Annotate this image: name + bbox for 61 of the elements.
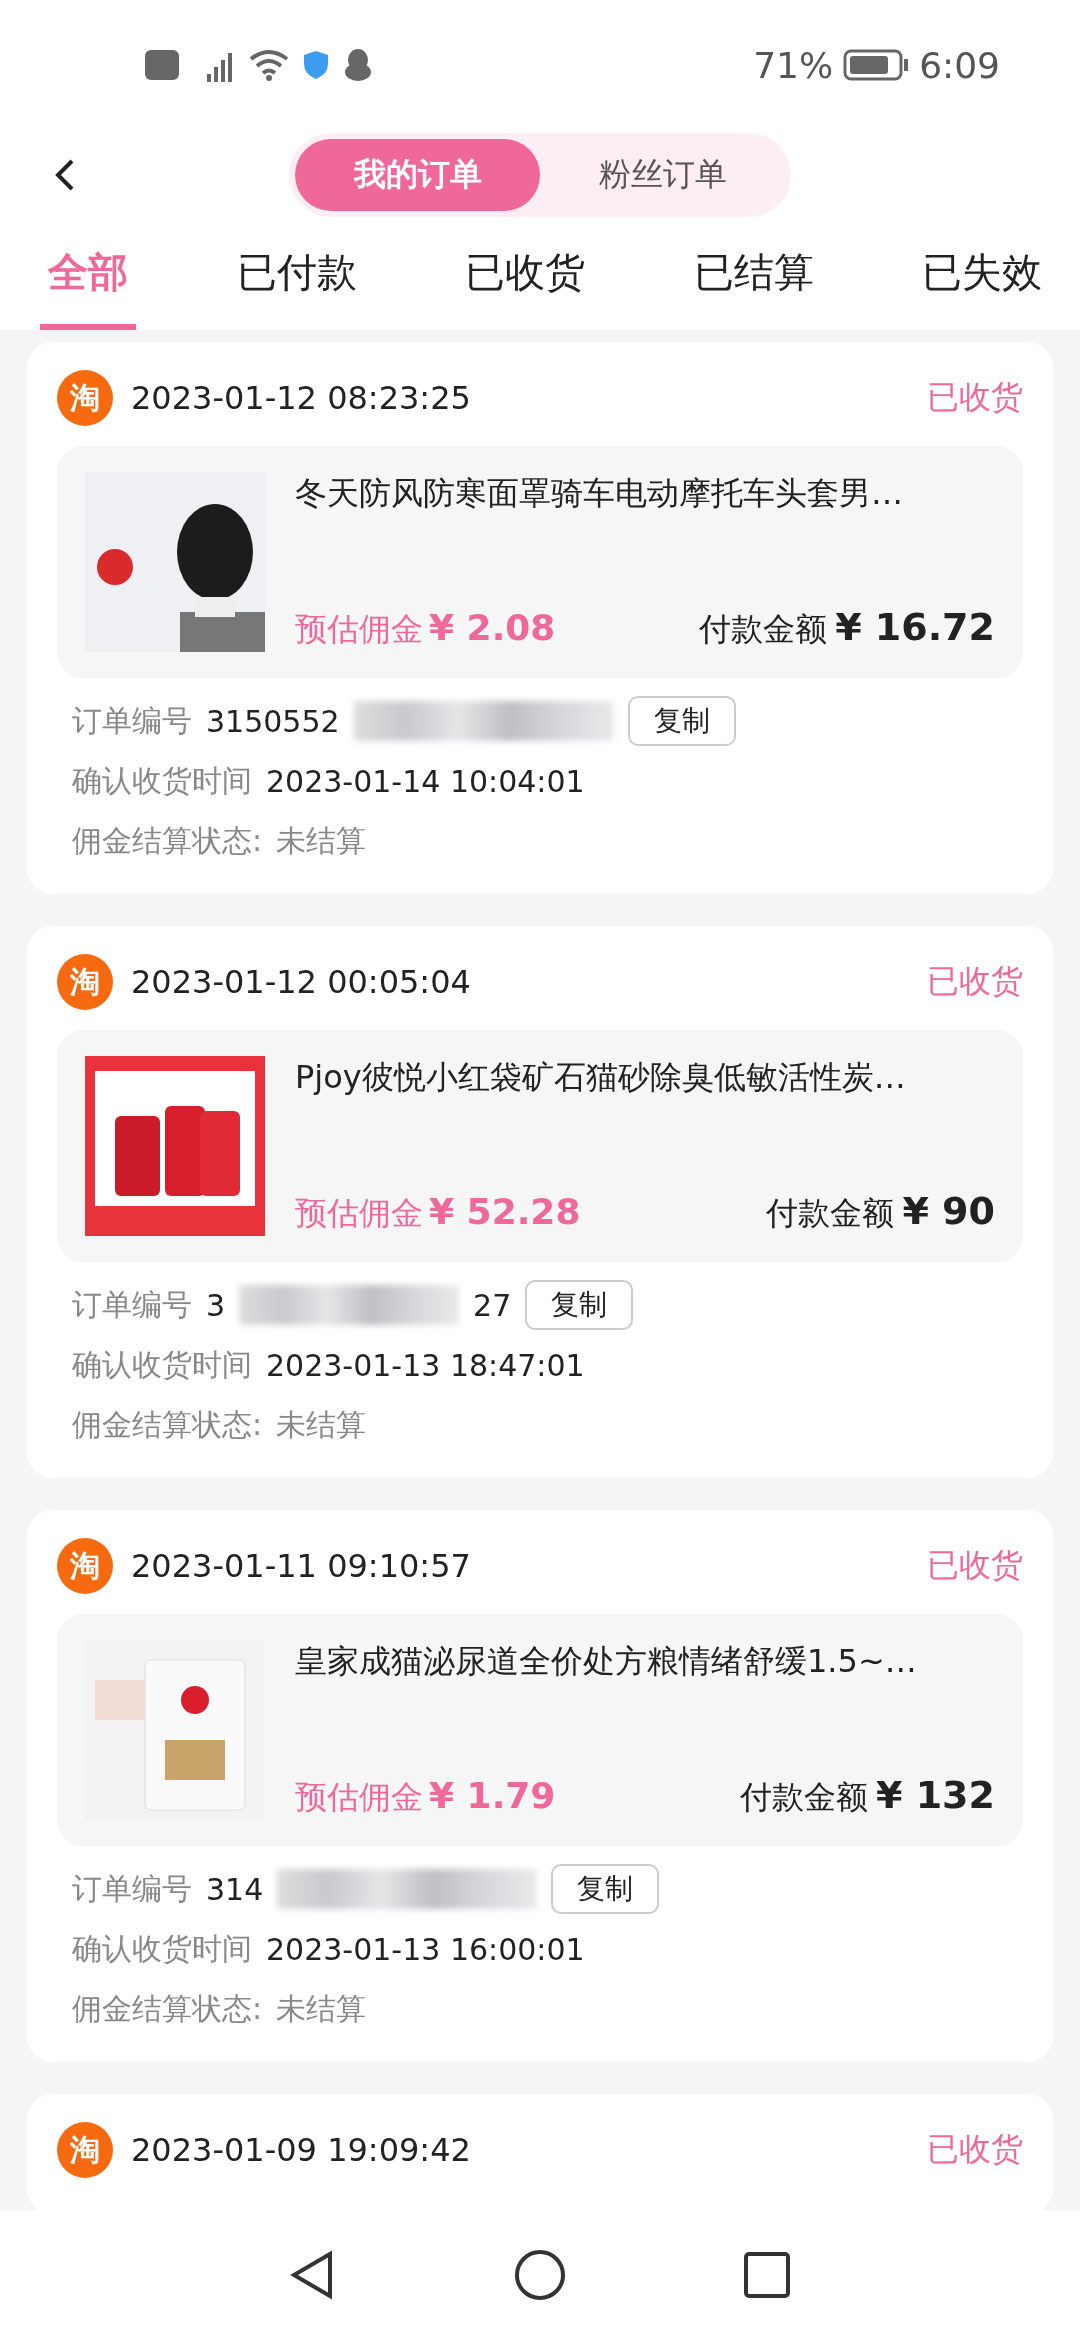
product-title: 冬天防风防寒面罩骑车电动摩托车头套男… (295, 473, 904, 514)
order-time: 2023-01-09 19:09:42 (131, 2131, 472, 2169)
clock: 6:09 (919, 44, 1000, 86)
platform-logo: 淘 (57, 954, 113, 1010)
copy-button[interactable]: 复制 (627, 696, 736, 746)
confirm-time: 2023-01-13 18:47:01 (266, 1347, 585, 1383)
order-number: 3 (206, 1287, 226, 1323)
estimated-commission: 预估佣金 ¥ 1.79 (295, 1775, 556, 1818)
order-time: 2023-01-11 09:10:57 (131, 1547, 472, 1585)
filter-tab[interactable]: 已收货 (457, 240, 593, 330)
product-panel[interactable]: Pjoy彼悦小红袋矿石猫砂除臭低敏活性炭… 预估佣金 ¥ 52.28 付款金额 ¥ 90 (57, 1030, 1023, 1262)
copy-button[interactable]: 复制 (525, 1280, 634, 1330)
order-time: 2023-01-12 00:05:04 (131, 963, 472, 1001)
order-number: 27 (473, 1287, 512, 1323)
order-number-label: 订单编号 (72, 1869, 192, 1908)
hd-icon (145, 50, 179, 80)
filter-tab[interactable]: 已结算 (685, 240, 822, 330)
home-nav-icon[interactable] (513, 2248, 567, 2302)
order-status: 已收货 (927, 2129, 1023, 2170)
copy-button[interactable]: 复制 (551, 1864, 660, 1914)
settlement-label: 佣金结算状态: (72, 1989, 263, 2028)
product-panel[interactable]: 皇家成猫泌尿道全价处方粮情绪舒缓1.5~… 预估佣金 ¥ 1.79 付款金额 ¥ 132 (57, 1614, 1023, 1846)
confirm-time: 2023-01-13 16:00:01 (266, 1931, 585, 1967)
product-title: 皇家成猫泌尿道全价处方粮情绪舒缓1.5~… (295, 1641, 918, 1682)
filter-tab[interactable]: 已付款 (228, 240, 365, 330)
penguin-icon (343, 48, 373, 82)
back-icon (55, 158, 75, 192)
confirm-time-label: 确认收货时间 (72, 1345, 252, 1384)
order-number: 314 (206, 1871, 264, 1907)
confirm-time-label: 确认收货时间 (72, 1929, 252, 1968)
confirm-time: 2023-01-14 10:04:01 (266, 763, 585, 799)
payment-amount: 付款金额 ¥ 132 (740, 1773, 995, 1819)
order-time: 2023-01-12 08:23:25 (131, 379, 472, 417)
settlement-status: 未结算 (276, 1989, 367, 2028)
segment-tab[interactable]: 粉丝订单 (540, 139, 785, 211)
settlement-label: 佣金结算状态: (72, 1405, 263, 1444)
filter-tab[interactable]: 已失效 (914, 240, 1050, 330)
payment-amount: 付款金额 ¥ 16.72 (699, 605, 995, 651)
confirm-time-label: 确认收货时间 (72, 761, 252, 800)
order-number-label: 订单编号 (72, 701, 192, 740)
battery-percent: 71% (753, 44, 834, 86)
circle-icon (513, 2248, 567, 2302)
wifi-icon (249, 49, 289, 81)
order-number-label: 订单编号 (72, 1285, 192, 1324)
platform-logo: 淘 (57, 2122, 113, 2178)
order-number: 3150552 (206, 703, 340, 739)
shield-icon (303, 50, 329, 80)
settlement-label: 佣金结算状态: (72, 821, 263, 860)
product-title: Pjoy彼悦小红袋矿石猫砂除臭低敏活性炭… (295, 1057, 907, 1098)
estimated-commission: 预估佣金 ¥ 2.08 (295, 607, 556, 650)
settlement-status: 未结算 (276, 821, 367, 860)
estimated-commission: 预估佣金 ¥ 52.28 (295, 1191, 581, 1234)
platform-logo: 淘 (57, 370, 113, 426)
order-status: 已收货 (927, 1545, 1023, 1586)
settlement-status: 未结算 (276, 1405, 367, 1444)
order-status: 已收货 (927, 377, 1023, 418)
battery-icon (843, 49, 910, 81)
platform-logo: 淘 (57, 1538, 113, 1594)
product-panel[interactable]: 冬天防风防寒面罩骑车电动摩托车头套男… 预估佣金 ¥ 2.08 付款金额 ¥ 16.72 (57, 446, 1023, 678)
payment-amount: 付款金额 ¥ 90 (766, 1189, 995, 1235)
order-status: 已收货 (927, 961, 1023, 1002)
